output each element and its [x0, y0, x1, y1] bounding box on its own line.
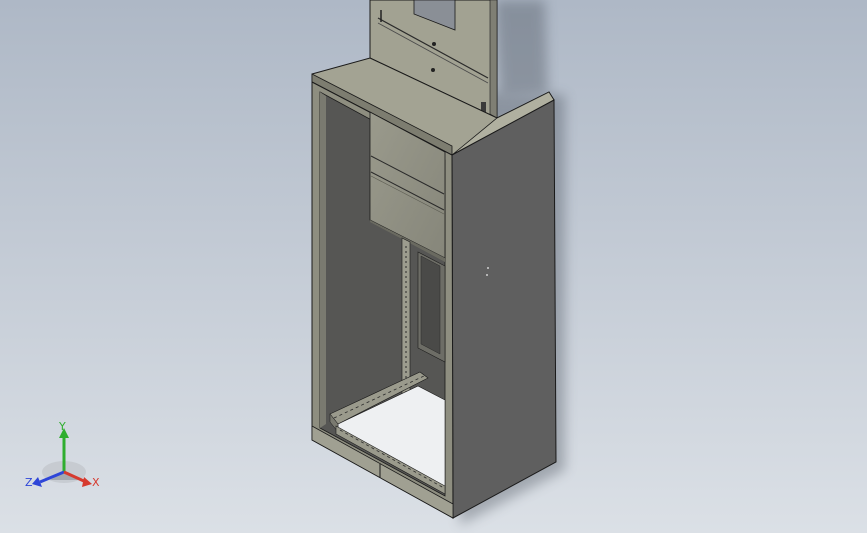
graphics-viewport[interactable]: Y Z X	[0, 0, 867, 533]
z-axis-label: Z	[25, 476, 33, 489]
x-axis-label: X	[92, 476, 100, 489]
rear-door-frame	[417, 251, 446, 363]
cabinet-model[interactable]	[0, 0, 867, 533]
vertical-rail[interactable]	[401, 237, 411, 401]
y-axis-label: Y	[58, 420, 66, 433]
cabinet-right-side[interactable]	[451, 99, 557, 519]
coordinate-triad: Y Z X	[25, 420, 100, 489]
